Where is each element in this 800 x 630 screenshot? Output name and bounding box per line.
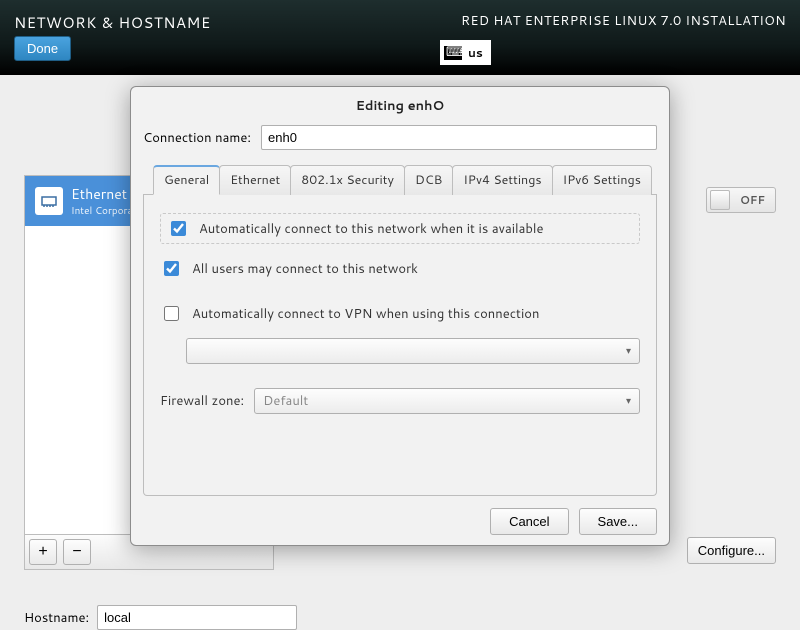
auto-vpn-label: Automatically connect to VPN when using … <box>192 305 539 323</box>
tab-ipv6-settings[interactable]: IPv6 Settings <box>552 165 652 195</box>
product-title: RED HAT ENTERPRISE LINUX 7.0 INSTALLATIO… <box>461 12 786 30</box>
cancel-button[interactable]: Cancel <box>490 508 568 535</box>
hostname-label: Hostname: <box>24 609 89 627</box>
connection-name-input[interactable] <box>261 125 657 150</box>
vpn-connection-combo[interactable]: ▾ <box>186 338 640 364</box>
dialog-button-row: Cancel Save... <box>143 496 657 535</box>
connection-toggle[interactable]: OFF <box>706 187 776 213</box>
dialog-tabs: General Ethernet 802.1x Security DCB IPv… <box>143 164 657 195</box>
chevron-down-icon: ▾ <box>626 394 631 408</box>
hostname-input[interactable] <box>97 605 297 630</box>
toggle-state-label: OFF <box>730 192 775 208</box>
add-interface-button[interactable]: + <box>29 539 57 565</box>
connection-name-label: Connection name: <box>143 129 251 147</box>
hostname-row: Hostname: <box>24 605 297 630</box>
tab-ethernet[interactable]: Ethernet <box>219 165 291 195</box>
firewall-row: Firewall zone: Default ▾ <box>160 388 640 414</box>
tab-body-general: Automatically connect to this network wh… <box>143 195 657 496</box>
auto-connect-label: Automatically connect to this network wh… <box>199 220 544 238</box>
keyboard-icon <box>444 46 462 60</box>
all-users-row: All users may connect to this network <box>160 258 640 279</box>
auto-vpn-checkbox[interactable] <box>164 306 179 321</box>
auto-vpn-row: Automatically connect to VPN when using … <box>160 303 640 324</box>
tab-general[interactable]: General <box>153 165 220 195</box>
done-button[interactable]: Done <box>14 36 71 61</box>
tab-ipv4-settings[interactable]: IPv4 Settings <box>452 165 552 195</box>
firewall-zone-label: Firewall zone: <box>160 392 244 410</box>
connection-name-row: Connection name: <box>143 125 657 150</box>
installer-header: NETWORK & HOSTNAME RED HAT ENTERPRISE LI… <box>0 0 800 75</box>
vpn-combo-row: ▾ <box>186 338 640 364</box>
chevron-down-icon: ▾ <box>626 344 631 358</box>
all-users-label: All users may connect to this network <box>192 260 418 278</box>
page-title: NETWORK & HOSTNAME <box>14 12 211 33</box>
all-users-checkbox[interactable] <box>164 261 179 276</box>
ethernet-icon <box>35 187 63 215</box>
keyboard-layout-label: us <box>468 44 483 61</box>
dialog-title: Editing enhO <box>143 97 657 115</box>
toggle-knob <box>710 190 730 210</box>
tab-dcb[interactable]: DCB <box>404 165 453 195</box>
configure-button[interactable]: Configure... <box>687 537 776 564</box>
remove-interface-button[interactable]: − <box>63 539 91 565</box>
tab-8021x-security[interactable]: 802.1x Security <box>290 165 405 195</box>
firewall-zone-value: Default <box>263 392 308 410</box>
auto-connect-checkbox[interactable] <box>171 221 186 236</box>
save-button[interactable]: Save... <box>579 508 657 535</box>
edit-connection-dialog: Editing enhO Connection name: General Et… <box>130 86 670 546</box>
firewall-zone-combo[interactable]: Default ▾ <box>254 388 640 414</box>
auto-connect-row: Automatically connect to this network wh… <box>160 213 640 244</box>
keyboard-layout-indicator[interactable]: us <box>440 40 491 65</box>
